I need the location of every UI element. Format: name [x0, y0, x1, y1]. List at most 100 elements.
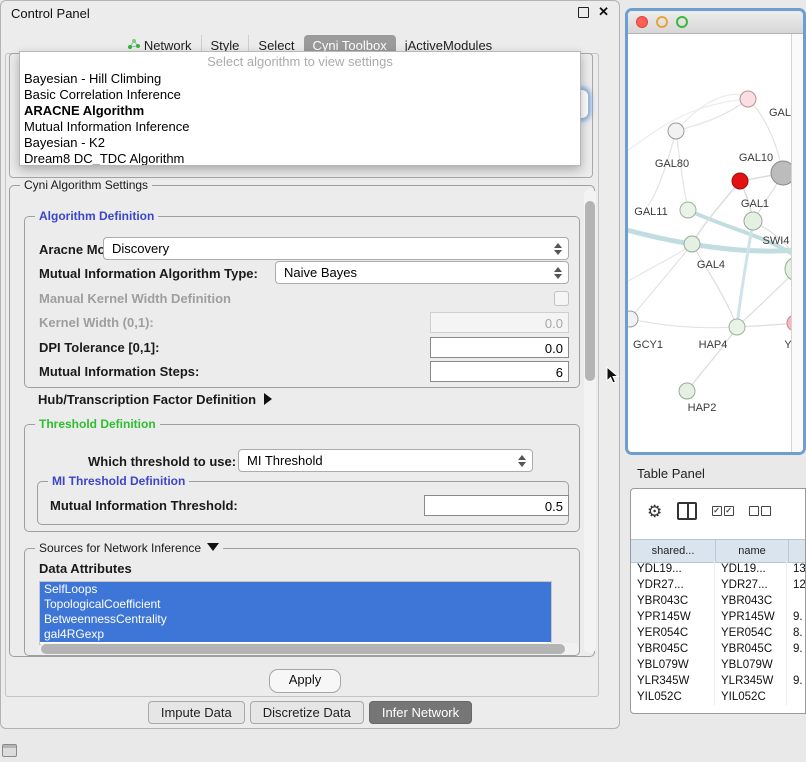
- settings-vscrollbar[interactable]: [584, 189, 596, 653]
- close-traffic-light-icon[interactable]: [636, 16, 648, 28]
- attributes-hscrollbar[interactable]: [39, 643, 579, 655]
- network-edge: [737, 269, 794, 327]
- mi-threshold-field[interactable]: 0.5: [424, 495, 569, 516]
- attribute-item[interactable]: BetweennessCentrality: [40, 612, 551, 627]
- network-node[interactable]: [732, 173, 748, 189]
- mi-type-select[interactable]: Naive Bayes: [275, 261, 569, 284]
- table-cell: YBL079W: [715, 657, 787, 673]
- sources-title: Sources for Network Inference: [39, 541, 201, 555]
- table-row[interactable]: YDL19...YDL19...13: [631, 561, 805, 577]
- network-node[interactable]: [744, 212, 762, 230]
- network-node[interactable]: [679, 383, 695, 399]
- table-row[interactable]: YPR145WYPR145W9.: [631, 609, 805, 625]
- column-header[interactable]: name: [716, 540, 789, 562]
- manual-kernel-checkbox[interactable]: [554, 291, 569, 306]
- table-cell: YER054C: [631, 625, 715, 641]
- node-label: GAL80: [655, 158, 689, 170]
- column-header[interactable]: shared...: [631, 540, 716, 562]
- float-window-icon[interactable]: [578, 7, 589, 18]
- algorithm-option[interactable]: Basic Correlation Inference: [20, 87, 580, 103]
- attribute-item[interactable]: gal4RGexp: [40, 627, 551, 642]
- sources-toggle[interactable]: Sources for Network Inference: [35, 541, 223, 555]
- network-view-window: GALGAL80GAL10GAL1GAL11SWI4GAL4GCY1HAP4YH…: [625, 8, 806, 455]
- control-panel-titlebar[interactable]: Control Panel ✕: [1, 1, 619, 27]
- table-row[interactable]: YBR045CYBR045C9.: [631, 641, 805, 657]
- kernel-width-value: 0.0: [545, 316, 563, 331]
- which-threshold-select[interactable]: MI Threshold: [238, 449, 533, 472]
- apply-button[interactable]: Apply: [269, 669, 341, 693]
- table-cell: YLR345W: [715, 673, 787, 689]
- mi-threshold-group-title: MI Threshold Definition: [48, 474, 189, 488]
- network-graph[interactable]: GALGAL80GAL10GAL1GAL11SWI4GAL4GCY1HAP4YH…: [628, 34, 794, 452]
- dpi-tolerance-field[interactable]: 0.0: [430, 337, 569, 358]
- network-node[interactable]: [680, 202, 696, 218]
- network-canvas[interactable]: GALGAL80GAL10GAL1GAL11SWI4GAL4GCY1HAP4YH…: [628, 34, 803, 452]
- mi-threshold-label: Mutual Information Threshold:: [50, 498, 238, 513]
- table-row[interactable]: YBL079WYBL079W: [631, 657, 805, 673]
- combo-stepper-icon: [554, 242, 563, 256]
- aracne-mode-select[interactable]: Discovery: [103, 237, 569, 260]
- zoom-traffic-light-icon[interactable]: [676, 16, 688, 28]
- minimize-traffic-light-icon[interactable]: [656, 16, 668, 28]
- table-cell: 13: [787, 561, 805, 577]
- network-edge: [692, 244, 737, 327]
- dpi-tolerance-value: 0.0: [545, 341, 563, 356]
- mi-steps-field[interactable]: 6: [430, 361, 569, 382]
- table-row[interactable]: YER054CYER054C8.: [631, 625, 805, 641]
- close-window-icon[interactable]: ✕: [598, 5, 609, 19]
- algorithm-option[interactable]: Dream8 DC_TDC Algorithm: [20, 151, 580, 166]
- mi-steps-value: 6: [556, 365, 563, 380]
- table-row[interactable]: YIL052CYIL052C: [631, 689, 805, 705]
- table-cell: [787, 657, 805, 673]
- bottom-tab-infer-network[interactable]: Infer Network: [369, 701, 472, 724]
- algorithm-option[interactable]: Bayesian - K2: [20, 135, 580, 151]
- algorithm-option[interactable]: ARACNE Algorithm: [20, 103, 580, 119]
- combo-stepper-icon: [518, 454, 527, 468]
- select-all-icon[interactable]: ✓✓: [712, 506, 734, 516]
- table-settings-gear-icon[interactable]: ⚙: [647, 503, 662, 520]
- column-header[interactable]: [789, 540, 805, 562]
- table-cell: 9.: [787, 641, 805, 657]
- network-node[interactable]: [628, 311, 638, 327]
- network-node[interactable]: [740, 91, 756, 107]
- network-node[interactable]: [668, 123, 684, 139]
- network-edge: [692, 181, 740, 244]
- bottom-tab-impute-data[interactable]: Impute Data: [148, 701, 245, 724]
- table-cell: 12: [787, 577, 805, 593]
- docked-panel-icon[interactable]: [2, 744, 17, 757]
- network-edge: [630, 319, 737, 328]
- bottom-tab-discretize-data[interactable]: Discretize Data: [250, 701, 364, 724]
- deselect-all-icon[interactable]: [749, 506, 771, 516]
- hub-section-toggle[interactable]: Hub/Transcription Factor Definition: [38, 392, 272, 407]
- table-cell: YBR043C: [715, 593, 787, 609]
- table-row[interactable]: YDR27...YDR27...12: [631, 577, 805, 593]
- table-header-row: shared...name: [631, 539, 805, 563]
- network-vscrollbar[interactable]: [791, 34, 803, 452]
- network-edge: [737, 323, 794, 327]
- sources-group: Sources for Network Inference Data Attri…: [24, 548, 580, 656]
- attribute-item[interactable]: SelfLoops: [40, 582, 551, 597]
- table-cell: 8.: [787, 625, 805, 641]
- data-attributes-list[interactable]: SelfLoopsTopologicalCoefficientBetweenne…: [39, 581, 552, 645]
- node-label: GAL1: [741, 198, 769, 210]
- attribute-item[interactable]: TopologicalCoefficient: [40, 597, 551, 612]
- column-selector-icon[interactable]: [677, 502, 697, 520]
- table-cell: YDR27...: [631, 577, 715, 593]
- network-node[interactable]: [729, 319, 745, 335]
- table-cell: YPR145W: [631, 609, 715, 625]
- table-cell: YBR043C: [631, 593, 715, 609]
- table-row[interactable]: YLR345WYLR345W9.: [631, 673, 805, 689]
- collapse-down-icon: [207, 543, 219, 551]
- network-window-titlebar[interactable]: [628, 11, 803, 34]
- algorithm-option[interactable]: Bayesian - Hill Climbing: [20, 71, 580, 87]
- network-edge: [676, 131, 688, 210]
- threshold-definition-group: Threshold Definition Which threshold to …: [24, 424, 580, 532]
- network-node[interactable]: [684, 236, 700, 252]
- settings-group-title: Cyni Algorithm Settings: [20, 178, 152, 192]
- node-label: GAL10: [739, 152, 773, 164]
- table-row[interactable]: YBR043CYBR043C: [631, 593, 805, 609]
- which-threshold-value: MI Threshold: [247, 453, 323, 468]
- algorithm-dropdown: Select algorithm to view settingsBayesia…: [19, 51, 581, 166]
- algorithm-option[interactable]: Mutual Information Inference: [20, 119, 580, 135]
- network-edge: [630, 244, 692, 319]
